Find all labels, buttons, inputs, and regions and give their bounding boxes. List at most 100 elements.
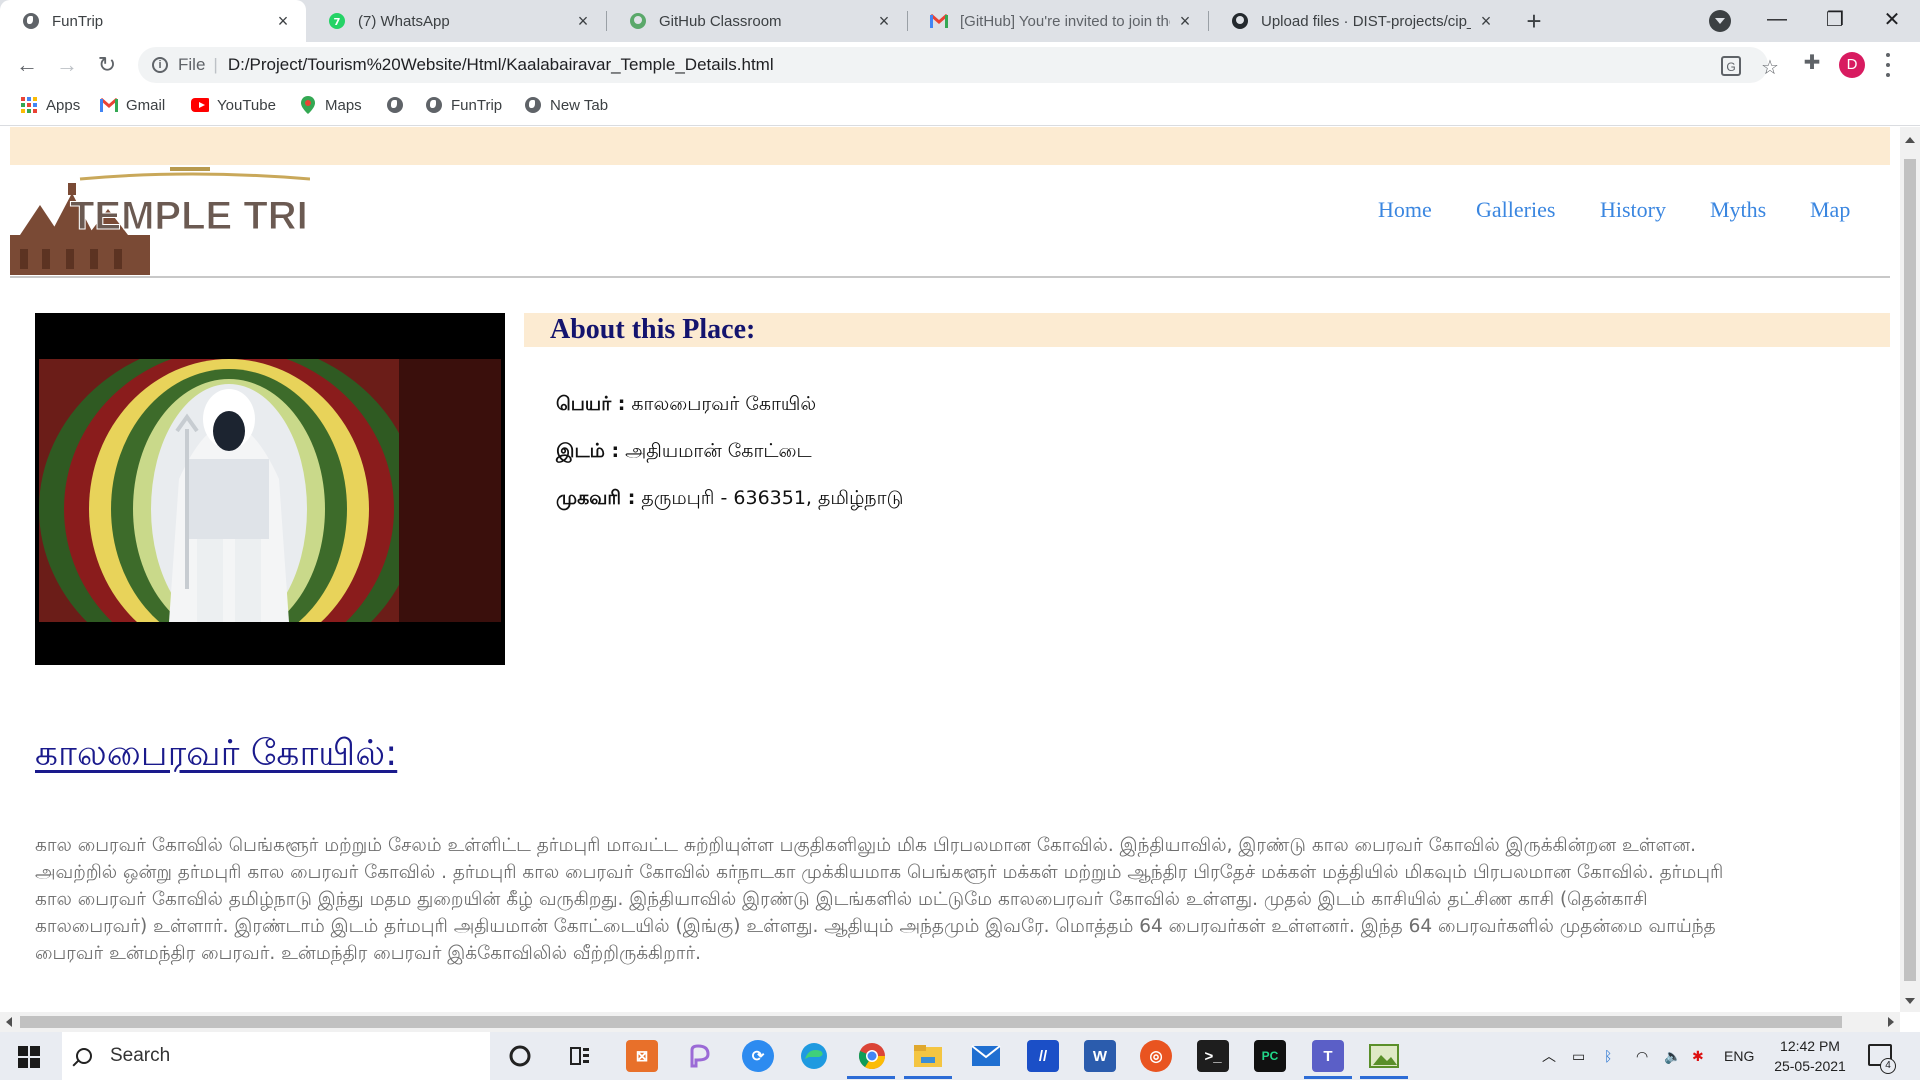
close-tab-icon[interactable]: × — [574, 11, 592, 32]
bookmark-star-icon[interactable]: ☆ — [1758, 56, 1782, 80]
extensions-puzzle-icon[interactable]: ✚ — [1800, 51, 1824, 75]
reload-icon[interactable]: ↻ — [92, 50, 122, 80]
svg-text:7: 7 — [334, 17, 341, 28]
new-tab-button[interactable]: + — [1519, 6, 1549, 36]
apps-grid-icon — [20, 96, 38, 114]
tab-title: Upload files · DIST-projects/cip_2 — [1261, 12, 1471, 30]
clock-time: 12:42 PM — [1780, 1038, 1840, 1054]
task-view-icon[interactable] — [564, 1040, 596, 1072]
chrome-icon[interactable] — [856, 1040, 888, 1072]
gmail-icon — [930, 12, 948, 30]
nav-home[interactable]: Home — [1378, 197, 1432, 223]
url-text[interactable]: D:/Project/Tourism%20Website/Html/Kaalab… — [228, 55, 774, 75]
bookmark-maps[interactable]: Maps — [299, 88, 362, 122]
tray-chevron-icon[interactable]: ︿ — [1542, 1032, 1556, 1080]
windows-start-icon[interactable] — [18, 1046, 40, 1068]
tab-search-icon[interactable] — [1709, 10, 1731, 32]
app-tray-icon[interactable]: ✱ — [1692, 1032, 1704, 1080]
close-tab-icon[interactable]: × — [875, 11, 893, 32]
word-icon[interactable]: W — [1084, 1040, 1116, 1072]
close-tab-icon[interactable]: × — [274, 11, 292, 32]
bookmark-label: YouTube — [217, 96, 276, 114]
volume-icon[interactable]: 🔈 — [1664, 1032, 1681, 1080]
name-label: பெயர் : — [556, 393, 626, 415]
forward-arrow-icon[interactable]: → — [52, 50, 82, 80]
notification-count: 4 — [1880, 1058, 1896, 1074]
bookmark-unnamed[interactable] — [386, 88, 412, 122]
place-label: இடம் : — [556, 440, 620, 462]
sync-app-icon[interactable]: ⟳ — [742, 1040, 774, 1072]
bluetooth-icon[interactable]: ᛒ — [1604, 1032, 1612, 1080]
scroll-left-icon[interactable] — [6, 1017, 12, 1027]
bookmark-funtrip[interactable]: FunTrip — [425, 88, 502, 122]
explorer-active-indicator — [904, 1076, 952, 1079]
wifi-icon[interactable]: ◠ — [1636, 1032, 1648, 1080]
restore-button[interactable]: ❐ — [1811, 0, 1859, 38]
mail-icon[interactable] — [970, 1040, 1002, 1072]
teams-icon[interactable]: T — [1312, 1040, 1344, 1072]
place-field: இடம் : அதியமான் கோட்டை — [556, 440, 812, 465]
name-value: காலபைரவர் கோயில் — [631, 393, 817, 415]
horizontal-scrollbar[interactable] — [0, 1012, 1900, 1032]
temple-video[interactable] — [35, 313, 505, 665]
editor-active-indicator — [1360, 1076, 1408, 1079]
tab-upload-files[interactable]: Upload files · DIST-projects/cip_2 × — [1209, 0, 1509, 42]
profile-avatar[interactable]: D — [1839, 52, 1865, 78]
ms-dev-icon[interactable]: // — [1027, 1040, 1059, 1072]
close-tab-icon[interactable]: × — [1477, 11, 1495, 32]
close-tab-icon[interactable]: × — [1176, 11, 1194, 32]
edge-icon[interactable] — [798, 1040, 830, 1072]
ubuntu-icon[interactable]: ◎ — [1140, 1040, 1172, 1072]
nav-history[interactable]: History — [1600, 197, 1666, 223]
about-title: About this Place: — [550, 314, 756, 345]
browser-menu-icon[interactable] — [1884, 53, 1892, 77]
xampp-icon[interactable]: ⊠ — [626, 1040, 658, 1072]
address-label: முகவரி : — [556, 487, 636, 509]
bookmark-label: New Tab — [550, 96, 609, 114]
pycharm-icon[interactable]: PC — [1254, 1040, 1286, 1072]
horizontal-scroll-thumb[interactable] — [20, 1016, 1842, 1028]
tab-whatsapp[interactable]: 7 (7) WhatsApp × — [306, 0, 606, 42]
system-clock[interactable]: 12:42 PM 25-05-2021 — [1770, 1036, 1850, 1076]
vertical-scrollbar[interactable] — [1900, 127, 1920, 1012]
language-indicator[interactable]: ENG — [1724, 1032, 1754, 1080]
minimize-button[interactable]: — — [1753, 0, 1801, 38]
image-editor-icon[interactable] — [1368, 1040, 1400, 1072]
temple-trip-logo[interactable]: TEMPLE TRIP — [10, 165, 335, 275]
terminal-icon[interactable]: >_ — [1197, 1040, 1229, 1072]
svg-text:TEMPLE TRIP: TEMPLE TRIP — [70, 194, 310, 238]
deity-image — [39, 359, 501, 622]
nav-myths[interactable]: Myths — [1710, 197, 1766, 223]
bookmark-new-tab[interactable]: New Tab — [524, 88, 608, 122]
tab-strip: FunTrip × 7 (7) WhatsApp × GitHub Classr… — [0, 0, 1920, 42]
paint3d-icon[interactable] — [684, 1040, 716, 1072]
file-explorer-icon[interactable] — [912, 1040, 944, 1072]
nav-map[interactable]: Map — [1810, 197, 1850, 223]
bookmark-youtube[interactable]: YouTube — [191, 88, 276, 122]
bookmark-gmail[interactable]: Gmail — [100, 88, 165, 122]
translate-icon[interactable]: G — [1721, 56, 1741, 76]
maps-pin-icon — [299, 96, 317, 114]
bookmark-apps[interactable]: Apps — [20, 88, 80, 122]
info-icon[interactable]: i — [152, 57, 168, 73]
address-field: முகவரி : தருமபுரி - 636351, தமிழ்நாடு — [556, 487, 903, 512]
battery-icon[interactable]: ▭ — [1572, 1032, 1585, 1080]
taskbar-search[interactable]: Search — [62, 1032, 490, 1080]
vertical-scroll-thumb[interactable] — [1904, 159, 1916, 981]
taskbar-search-text: Search — [110, 1045, 171, 1066]
tab-funtrip[interactable]: FunTrip × — [0, 0, 306, 42]
tab-title: FunTrip — [52, 12, 104, 30]
tab-github-classroom[interactable]: GitHub Classroom × — [607, 0, 907, 42]
bookmarks-bar: Apps Gmail YouTube Maps FunTrip New Tab — [0, 88, 1920, 126]
window-close-button[interactable]: ✕ — [1868, 0, 1916, 38]
whatsapp-icon: 7 — [328, 12, 346, 30]
scroll-down-icon[interactable] — [1905, 998, 1915, 1004]
tab-gmail-invite[interactable]: [GitHub] You're invited to join the × — [908, 0, 1208, 42]
gmail-icon — [100, 96, 118, 114]
cortana-icon[interactable] — [504, 1040, 536, 1072]
address-bar[interactable]: i File | D:/Project/Tourism%20Website/Ht… — [138, 47, 1779, 83]
back-arrow-icon[interactable]: ← — [12, 50, 42, 80]
nav-galleries[interactable]: Galleries — [1476, 197, 1555, 223]
scroll-up-icon[interactable] — [1905, 137, 1915, 143]
scroll-right-icon[interactable] — [1888, 1017, 1894, 1027]
